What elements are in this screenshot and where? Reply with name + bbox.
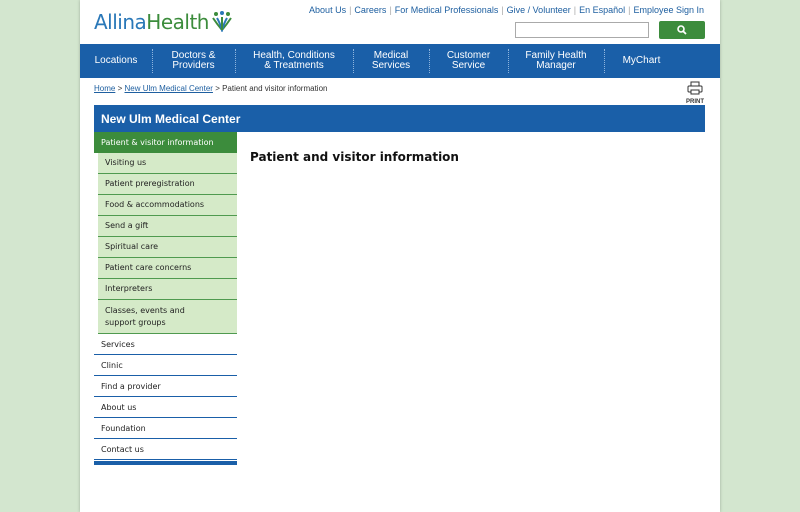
nav-medical-services[interactable]: Medical Services <box>353 44 429 78</box>
utility-links: About Us | Careers | For Medical Professio… <box>309 5 704 15</box>
sidebar-subitem-send-gift[interactable]: Send a gift <box>98 216 237 237</box>
printer-icon <box>687 81 703 95</box>
sidebar-item-foundation[interactable]: Foundation <box>94 418 237 439</box>
sidebar-subitem-preregistration[interactable]: Patient preregistration <box>98 174 237 195</box>
search-icon <box>677 25 687 35</box>
sidebar-item-about-us[interactable]: About us <box>94 397 237 418</box>
sidebar: Patient & visitor information Visiting u… <box>94 132 237 465</box>
breadcrumb-home[interactable]: Home <box>94 84 115 93</box>
logo-text-health: Health <box>146 10 209 34</box>
util-link-careers[interactable]: Careers <box>354 5 386 15</box>
nav-doctors-providers[interactable]: Doctors & Providers <box>152 44 235 78</box>
nav-family-health-manager[interactable]: Family Health Manager <box>508 44 604 78</box>
util-link-medical-professionals[interactable]: For Medical Professionals <box>395 5 499 15</box>
page-title: Patient and visitor information <box>250 150 459 164</box>
nav-health-conditions[interactable]: Health, Conditions & Treatments <box>235 44 353 78</box>
nav-locations[interactable]: Locations <box>80 44 152 78</box>
sidebar-item-services[interactable]: Services <box>94 334 237 355</box>
util-link-espanol[interactable]: En Español <box>579 5 625 15</box>
sidebar-subitem-food-accommodations[interactable]: Food & accommodations <box>98 195 237 216</box>
search-button[interactable] <box>659 21 705 39</box>
sidebar-item-clinic[interactable]: Clinic <box>94 355 237 376</box>
sidebar-bottom-bar <box>94 461 237 465</box>
sidebar-subitem-spiritual-care[interactable]: Spiritual care <box>98 237 237 258</box>
print-button[interactable]: PRINT <box>684 80 706 105</box>
breadcrumb: Home > New Ulm Medical Center > Patient … <box>94 84 328 93</box>
search-input[interactable] <box>515 22 649 38</box>
util-link-give-volunteer[interactable]: Give / Volunteer <box>507 5 571 15</box>
breadcrumb-new-ulm[interactable]: New Ulm Medical Center <box>124 84 212 93</box>
sidebar-item-patient-visitor-info[interactable]: Patient & visitor information <box>94 132 237 153</box>
sidebar-subitem-classes-events[interactable]: Classes, events and support groups <box>98 300 237 334</box>
page: Allina Health About Us | Careers | For Med… <box>80 0 720 512</box>
logo-mark-icon <box>212 11 232 32</box>
logo-text-allina: Allina <box>94 10 147 34</box>
sidebar-subitem-visiting-us[interactable]: Visiting us <box>98 153 237 174</box>
sidebar-sublist: Visiting us Patient preregistration Food… <box>98 153 237 334</box>
sidebar-subitem-interpreters[interactable]: Interpreters <box>98 279 237 300</box>
util-link-about-us[interactable]: About Us <box>309 5 346 15</box>
breadcrumb-current: Patient and visitor information <box>222 84 328 93</box>
util-link-employee-sign-in[interactable]: Employee Sign In <box>633 5 704 15</box>
nav-mychart[interactable]: MyChart <box>604 44 679 78</box>
sidebar-item-contact-us[interactable]: Contact us <box>94 439 237 460</box>
sidebar-subitem-care-concerns[interactable]: Patient care concerns <box>98 258 237 279</box>
nav-customer-service[interactable]: Customer Service <box>429 44 508 78</box>
allina-health-logo[interactable]: Allina Health <box>94 10 233 34</box>
section-title: New Ulm Medical Center <box>94 105 705 132</box>
main-nav: Locations Doctors & Providers Health, Con… <box>80 44 720 78</box>
sidebar-item-find-provider[interactable]: Find a provider <box>94 376 237 397</box>
